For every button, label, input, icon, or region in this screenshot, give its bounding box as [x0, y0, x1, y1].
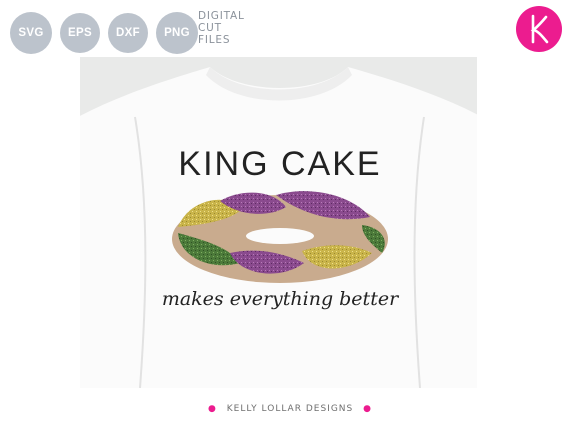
k-logo-icon — [530, 14, 549, 44]
label-line-2: CUT — [198, 22, 222, 34]
product-photo: KING CAKE makes everything better — [80, 57, 477, 388]
brand-logo — [516, 6, 562, 52]
eps-badge: EPS — [60, 13, 100, 53]
svg-badge: SVG — [10, 12, 52, 54]
bullet-icon: ● — [363, 404, 372, 414]
footer-text: KELLY LOLLAR DESIGNS — [226, 404, 354, 414]
png-badge: PNG — [156, 12, 198, 54]
label-line-1: DIGITAL — [198, 10, 245, 22]
footer-credit: ● KELLY LOLLAR DESIGNS ● — [0, 404, 580, 414]
format-badges: SVG EPS DXF PNG — [10, 12, 198, 54]
design-title: KING CAKE — [178, 145, 381, 183]
dxf-badge: DXF — [108, 13, 148, 53]
bullet-icon: ● — [208, 404, 217, 414]
label-line-3: FILES — [198, 34, 231, 46]
king-cake-illustration — [172, 191, 388, 283]
design-tagline: makes everything better — [162, 288, 400, 310]
digital-cut-files-label: DIGITAL CUT FILES — [198, 10, 245, 46]
